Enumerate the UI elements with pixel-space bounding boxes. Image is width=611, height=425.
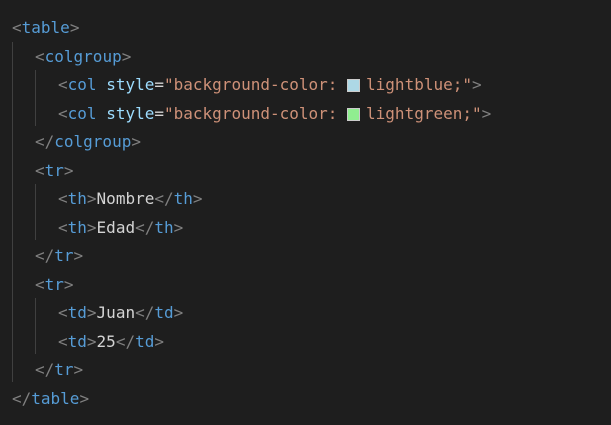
tag-bracket: > — [121, 46, 132, 66]
code-line[interactable]: <tr> — [35, 157, 74, 185]
indent-guide — [35, 184, 36, 240]
tag-name: colgroup — [54, 132, 132, 151]
tag-bracket: > — [79, 388, 90, 408]
string-quote: " — [472, 103, 482, 123]
code-line[interactable]: <col style="background-color: lightgreen… — [58, 100, 491, 128]
code-line[interactable]: <table> — [12, 14, 79, 42]
tag-bracket: > — [86, 331, 97, 351]
string-value: lightgreen; — [366, 103, 472, 123]
tag-bracket: > — [472, 75, 482, 94]
code-line[interactable]: </tr> — [35, 242, 83, 270]
tag-name: table — [31, 388, 80, 408]
tag-name: td — [154, 303, 174, 322]
string-quote: " — [164, 75, 174, 94]
code-line[interactable]: </table> — [12, 385, 89, 413]
tag-bracket: > — [131, 132, 141, 151]
tag-name: table — [21, 18, 70, 37]
tag-bracket: > — [86, 217, 97, 237]
tag-name: th — [154, 217, 174, 237]
tag-bracket: < — [12, 18, 22, 37]
tag-name: tr — [44, 274, 64, 294]
string-value: lightblue; — [366, 75, 463, 94]
tag-name: th — [67, 217, 87, 237]
tag-bracket: </ — [35, 132, 55, 151]
indent-guide — [35, 70, 36, 126]
tag-bracket: > — [73, 360, 84, 379]
tag-bracket: </ — [154, 189, 174, 208]
string-quote: " — [462, 75, 472, 94]
tag-bracket: </ — [35, 360, 55, 379]
tag-bracket: < — [58, 303, 68, 322]
string-value: background-color: — [173, 75, 348, 94]
code-editor[interactable]: <table> <colgroup> <col style="background-… — [0, 0, 611, 425]
tag-name: td — [67, 303, 87, 322]
cell-text: Nombre — [96, 189, 155, 208]
tag-bracket: < — [58, 331, 68, 351]
tag-name: col — [67, 103, 97, 123]
tag-bracket: > — [73, 246, 84, 265]
equals-sign: = — [154, 75, 164, 94]
tag-bracket: < — [35, 46, 45, 66]
tag-name: th — [67, 189, 87, 208]
tag-bracket: > — [69, 18, 80, 37]
tag-bracket: > — [173, 217, 184, 237]
tag-bracket: </ — [115, 331, 136, 351]
tag-bracket: </ — [35, 246, 55, 265]
code-line[interactable]: </tr> — [35, 356, 83, 384]
tag-bracket: > — [63, 274, 74, 294]
attribute-name: style — [106, 103, 155, 123]
tag-bracket: < — [58, 103, 68, 123]
tag-bracket: < — [35, 274, 45, 294]
tag-bracket: </ — [12, 388, 32, 408]
cell-text: Edad — [96, 217, 136, 237]
color-swatch-icon[interactable] — [347, 79, 361, 92]
code-line[interactable]: <td>Juan</td> — [58, 299, 183, 327]
tag-name: tr — [54, 246, 74, 265]
tag-bracket: > — [192, 189, 203, 208]
string-value: background-color: — [173, 103, 348, 123]
indent-guide — [12, 42, 13, 382]
color-swatch-icon[interactable] — [347, 107, 361, 121]
tag-bracket: < — [35, 160, 45, 180]
code-line[interactable]: <col style="background-color: lightblue;… — [58, 71, 482, 99]
tag-name: col — [67, 75, 97, 94]
indent-guide — [35, 298, 36, 354]
equals-sign: = — [154, 103, 164, 123]
code-line[interactable]: <th>Edad</th> — [58, 214, 183, 242]
tag-bracket: < — [58, 75, 68, 94]
tag-bracket: > — [173, 303, 184, 322]
code-line[interactable]: <colgroup> — [35, 43, 131, 71]
tag-name: tr — [54, 360, 74, 379]
tag-bracket: < — [58, 189, 68, 208]
string-quote: " — [164, 103, 174, 123]
tag-bracket: </ — [135, 303, 155, 322]
tag-bracket: > — [154, 331, 164, 351]
cell-text: 25 — [96, 331, 116, 351]
tag-bracket: > — [481, 103, 492, 123]
tag-name: colgroup — [44, 46, 122, 66]
tag-bracket: </ — [135, 217, 155, 237]
code-line[interactable]: </colgroup> — [35, 128, 141, 156]
tag-bracket: > — [63, 160, 74, 180]
attribute-name: style — [106, 75, 155, 94]
code-line[interactable]: <th>Nombre</th> — [58, 185, 203, 213]
tag-name: td — [135, 331, 155, 351]
tag-bracket: > — [86, 303, 97, 322]
tag-name: th — [173, 189, 193, 208]
tag-name: tr — [44, 160, 64, 180]
tag-name: td — [67, 331, 87, 351]
tag-bracket: < — [58, 217, 68, 237]
code-line[interactable]: <tr> — [35, 271, 74, 299]
cell-text: Juan — [96, 303, 136, 322]
code-line[interactable]: <td>25</td> — [58, 328, 164, 356]
tag-bracket: > — [86, 189, 97, 208]
